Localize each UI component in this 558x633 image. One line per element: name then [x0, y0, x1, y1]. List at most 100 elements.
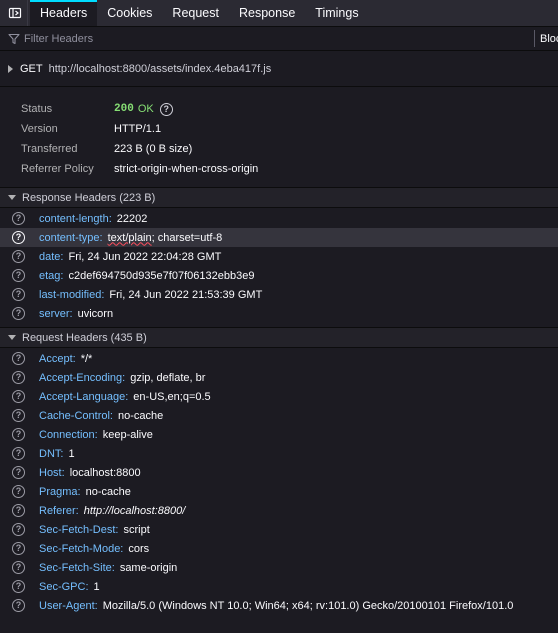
help-icon[interactable]: ?: [12, 250, 25, 263]
help-icon[interactable]: ?: [12, 428, 25, 441]
help-icon[interactable]: ?: [12, 409, 25, 422]
collapse-arrow-icon: [8, 335, 16, 340]
collapse-arrow-icon: [8, 195, 16, 200]
filter-icon: [8, 32, 22, 46]
header-name: Cache-Control:: [39, 409, 113, 422]
tab-cookies[interactable]: Cookies: [97, 0, 162, 26]
header-value: same-origin: [119, 561, 178, 574]
status-code: 200: [114, 103, 134, 115]
header-row[interactable]: ? Connection: keep-alive: [0, 425, 558, 444]
tab-headers[interactable]: Headers: [30, 0, 98, 26]
help-icon[interactable]: ?: [12, 561, 25, 574]
tab-response[interactable]: Response: [229, 0, 305, 26]
help-icon[interactable]: ?: [12, 523, 25, 536]
header-row[interactable]: ? Sec-GPC: 1: [0, 577, 558, 596]
header-name: Sec-Fetch-Mode:: [39, 542, 124, 555]
header-row[interactable]: ? Accept-Encoding: gzip, deflate, br: [0, 368, 558, 387]
header-name: content-length:: [39, 212, 112, 225]
header-row[interactable]: ? Pragma: no-cache: [0, 482, 558, 501]
header-name: User-Agent:: [39, 599, 98, 612]
header-row[interactable]: ? server: uvicorn: [0, 304, 558, 323]
details-tab-bar: Headers Cookies Request Response Timings: [0, 0, 558, 27]
header-value: Mozilla/5.0 (Windows NT 10.0; Win64; x64…: [102, 599, 514, 612]
header-name: content-type:: [39, 231, 103, 244]
help-icon[interactable]: ?: [12, 504, 25, 517]
summary-version-row: Version HTTP/1.1: [21, 119, 558, 139]
help-icon[interactable]: ?: [12, 212, 25, 225]
header-name: Referer:: [39, 504, 79, 517]
header-row[interactable]: ? content-length: 22202: [0, 209, 558, 228]
filter-headers-input[interactable]: [24, 32, 524, 45]
header-value: localhost:8800: [69, 466, 141, 479]
summary-referrer-row: Referrer Policy strict-origin-when-cross…: [21, 159, 558, 179]
status-label: Status: [21, 103, 53, 115]
referrer-policy-value: strict-origin-when-cross-origin: [114, 163, 259, 175]
header-name: last-modified:: [39, 288, 105, 301]
help-icon[interactable]: ?: [12, 288, 25, 301]
header-name: Sec-Fetch-Dest:: [39, 523, 119, 536]
expand-arrow-icon[interactable]: [8, 64, 13, 73]
status-text: OK: [137, 103, 154, 115]
header-value: ; charset=utf-8: [151, 231, 223, 244]
header-name: Connection:: [39, 428, 98, 441]
block-button[interactable]: Block: [534, 30, 558, 47]
help-icon[interactable]: ?: [12, 542, 25, 555]
header-row[interactable]: ? Referer: http://localhost:8800/: [0, 501, 558, 520]
header-value: keep-alive: [102, 428, 153, 441]
version-label: Version: [21, 123, 58, 135]
request-headers-list: ? Accept: */* ? Accept-Encoding: gzip, d…: [0, 348, 558, 615]
help-icon[interactable]: ?: [159, 102, 173, 116]
tab-request[interactable]: Request: [162, 0, 229, 26]
header-row[interactable]: ? content-type: text/plain ; charset=utf…: [0, 228, 558, 247]
header-row[interactable]: ? last-modified: Fri, 24 Jun 2022 21:53:…: [0, 285, 558, 304]
header-name: Accept-Language:: [39, 390, 129, 403]
request-url-row[interactable]: GET http://localhost:8800/assets/index.4…: [0, 51, 558, 87]
response-headers-title: Response Headers (223 B): [22, 191, 156, 204]
header-value: 1: [68, 447, 75, 460]
help-icon[interactable]: ?: [12, 352, 25, 365]
panel-toggle-button[interactable]: [2, 0, 28, 26]
header-row[interactable]: ? Sec-Fetch-Dest: script: [0, 520, 558, 539]
header-value-link[interactable]: http://localhost:8800/: [84, 505, 186, 517]
help-icon[interactable]: ?: [12, 599, 25, 612]
header-value: Fri, 24 Jun 2022 21:53:39 GMT: [109, 288, 263, 301]
request-headers-toggle[interactable]: Request Headers (435 B): [0, 327, 558, 348]
request-method: GET: [20, 62, 43, 75]
help-icon[interactable]: ?: [12, 231, 25, 244]
tab-timings[interactable]: Timings: [305, 0, 368, 26]
transferred-label: Transferred: [21, 143, 78, 155]
header-row[interactable]: ? User-Agent: Mozilla/5.0 (Windows NT 10…: [0, 596, 558, 615]
header-row[interactable]: ? etag: c2def694750d935e7f07f06132ebb3e9: [0, 266, 558, 285]
header-row[interactable]: ? Accept-Language: en-US,en;q=0.5: [0, 387, 558, 406]
header-row[interactable]: ? Sec-Fetch-Mode: cors: [0, 539, 558, 558]
header-row[interactable]: ? Host: localhost:8800: [0, 463, 558, 482]
summary-status-row: Status 200 OK ?: [21, 99, 558, 119]
header-name: Accept:: [39, 352, 76, 365]
header-value: Fri, 24 Jun 2022 22:04:28 GMT: [68, 250, 222, 263]
help-icon[interactable]: ?: [12, 371, 25, 384]
help-icon[interactable]: ?: [12, 269, 25, 282]
header-value: no-cache: [85, 485, 131, 498]
header-row[interactable]: ? Sec-Fetch-Site: same-origin: [0, 558, 558, 577]
help-icon[interactable]: ?: [12, 485, 25, 498]
header-value: script: [123, 523, 150, 536]
help-icon[interactable]: ?: [12, 580, 25, 593]
help-icon[interactable]: ?: [12, 390, 25, 403]
request-headers-title: Request Headers (435 B): [22, 331, 147, 344]
help-icon[interactable]: ?: [12, 447, 25, 460]
help-icon[interactable]: ?: [12, 466, 25, 479]
header-value: cors: [128, 542, 150, 555]
response-headers-list: ? content-length: 22202 ? content-type: …: [0, 208, 558, 323]
header-name: Accept-Encoding:: [39, 371, 126, 384]
help-icon[interactable]: ?: [12, 307, 25, 320]
header-row[interactable]: ? date: Fri, 24 Jun 2022 22:04:28 GMT: [0, 247, 558, 266]
header-row[interactable]: ? Accept: */*: [0, 349, 558, 368]
response-headers-toggle[interactable]: Response Headers (223 B): [0, 187, 558, 208]
header-row[interactable]: ? Cache-Control: no-cache: [0, 406, 558, 425]
header-row[interactable]: ? DNT: 1: [0, 444, 558, 463]
request-summary: Status 200 OK ? Version HTTP/1.1 Transfe…: [0, 87, 558, 183]
header-value: */*: [80, 352, 93, 365]
header-value: 1: [93, 580, 100, 593]
request-url: http://localhost:8800/assets/index.4eba4…: [48, 62, 272, 75]
transferred-value: 223 B (0 B size): [114, 143, 193, 155]
